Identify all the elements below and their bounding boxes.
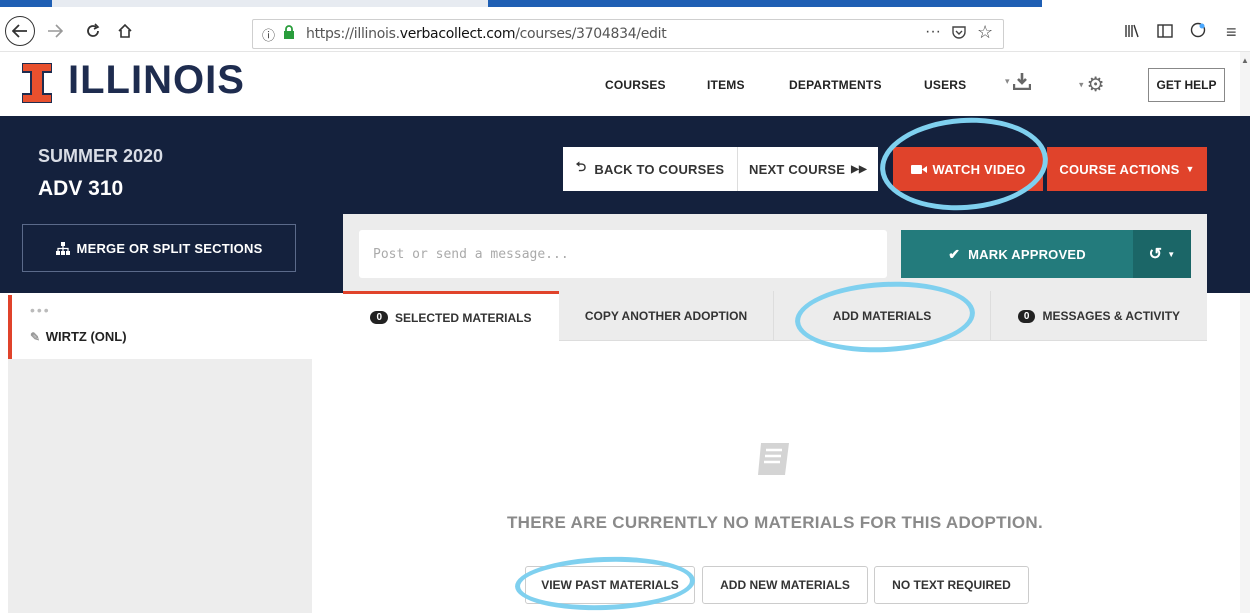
nav-courses[interactable]: COURSES — [605, 78, 666, 92]
section-dots: ••• — [30, 302, 51, 318]
back-arrow-icon: ⮌ — [575, 159, 587, 174]
no-text-required-button[interactable]: NO TEXT REQUIRED — [874, 566, 1029, 604]
course-name: ADV 310 — [38, 177, 124, 200]
book-icon — [755, 439, 795, 484]
add-new-materials-button[interactable]: ADD NEW MATERIALS — [702, 566, 868, 604]
settings-menu[interactable]: ▾ ⚙ — [1079, 72, 1105, 97]
selected-count-badge: 0 — [370, 311, 389, 324]
fast-forward-icon: ▶▶ — [851, 163, 867, 175]
tab-copy-adoption[interactable]: COPY ANOTHER ADOPTION — [559, 291, 774, 341]
mark-approved-button[interactable]: ✔ MARK APPROVED — [901, 230, 1133, 278]
nav-users[interactable]: USERS — [924, 78, 966, 92]
sitemap-icon — [55, 241, 70, 255]
library-icon[interactable] — [1124, 24, 1140, 43]
info-icon[interactable]: ⓘ — [262, 25, 275, 44]
illinois-logo-icon[interactable] — [21, 62, 53, 104]
pocket-icon[interactable] — [951, 24, 967, 45]
empty-state-message: THERE ARE CURRENTLY NO MATERIALS FOR THI… — [506, 513, 1044, 532]
course-term: SUMMER 2020 — [38, 146, 164, 166]
get-help-button[interactable]: GET HELP — [1148, 68, 1225, 102]
next-course-button[interactable]: NEXT COURSE ▶▶ — [738, 147, 878, 191]
lock-icon[interactable] — [283, 25, 295, 42]
sidebar-icon[interactable] — [1157, 24, 1173, 43]
menu-icon[interactable]: ≡ — [1226, 22, 1237, 43]
browser-forward-button[interactable] — [40, 16, 70, 46]
browser-toolbar: ⓘ https://illinois.verbacollect.com/cour… — [0, 0, 1250, 52]
nav-items[interactable]: ITEMS — [707, 78, 745, 92]
message-input[interactable]: Post or send a message... — [359, 230, 887, 278]
status-dropdown-button[interactable]: ↺ ▼ — [1133, 230, 1191, 278]
tab-selected-materials[interactable]: 0 SELECTED MATERIALS — [343, 291, 559, 341]
browser-back-button[interactable] — [5, 16, 35, 46]
tab-messages-activity[interactable]: 0 MESSAGES & ACTIVITY — [991, 291, 1207, 341]
bookmark-star-icon[interactable]: ☆ — [977, 22, 993, 43]
gear-icon[interactable]: ⚙ — [1087, 74, 1105, 96]
url-text: https://illinois.verbacollect.com/course… — [306, 26, 667, 42]
pencil-icon: ✎ — [30, 330, 41, 344]
home-icon[interactable] — [110, 16, 140, 46]
caret-down-icon: ▼ — [1185, 164, 1195, 174]
nav-departments[interactable]: DEPARTMENTS — [789, 78, 882, 92]
checkmark-icon: ✔ — [948, 245, 961, 262]
caret-down-icon: ▼ — [1167, 249, 1176, 259]
back-to-courses-button[interactable]: ⮌ BACK TO COURSES — [563, 147, 738, 191]
extension-icon[interactable] — [1190, 22, 1206, 43]
course-actions-button[interactable]: COURSE ACTIONS ▼ — [1047, 147, 1207, 191]
section-label[interactable]: ✎ WIRTZ (ONL) — [30, 329, 127, 344]
download-icon[interactable] — [1012, 72, 1031, 91]
download-menu[interactable]: ▾ — [1005, 72, 1031, 91]
section-item[interactable] — [8, 295, 343, 359]
page-actions-icon[interactable]: ··· — [925, 23, 941, 41]
tab-strip — [0, 0, 1250, 7]
sidebar-empty-area — [8, 359, 312, 613]
logo-text[interactable]: ILLINOIS — [68, 58, 245, 103]
merge-split-sections-button[interactable]: MERGE OR SPLIT SECTIONS — [22, 224, 296, 272]
rotate-icon: ↺ — [1148, 246, 1163, 263]
messages-count-badge: 0 — [1017, 309, 1036, 323]
reload-icon[interactable] — [78, 16, 108, 46]
url-bar[interactable]: ⓘ https://illinois.verbacollect.com/cour… — [252, 19, 1004, 49]
